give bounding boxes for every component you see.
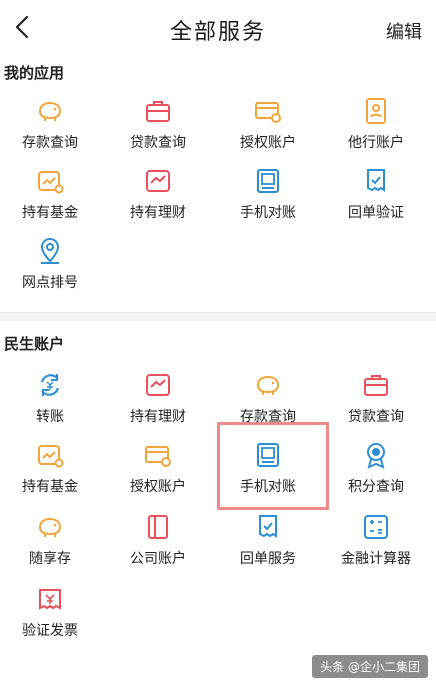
phone-reconcile-icon <box>257 169 279 193</box>
service-tile[interactable]: 授权账户 <box>218 96 318 152</box>
service-tile[interactable]: 手机对账 <box>218 166 318 222</box>
service-tile-label: 持有理财 <box>130 409 186 425</box>
service-tile-label: 转账 <box>36 409 64 425</box>
service-tile[interactable]: 手机对账 <box>218 440 318 496</box>
invoice-verify-icon <box>39 589 61 610</box>
service-tile[interactable]: 存款查询 <box>0 96 100 152</box>
phone-reconcile-icon <box>257 443 279 467</box>
page-title: 全部服务 <box>169 20 266 45</box>
briefcase-icon <box>364 375 388 396</box>
service-tile-label: 持有基金 <box>22 205 78 221</box>
watermark: 头条 @企小二集团 <box>312 655 428 678</box>
service-tile[interactable]: 转账 <box>0 370 100 426</box>
service-tile[interactable]: 持有基金 <box>0 440 100 496</box>
transfer-icon <box>40 374 60 396</box>
header: 全部服务 编辑 <box>0 0 436 56</box>
service-tile[interactable]: 存款查询 <box>218 370 318 426</box>
id-card-icon <box>366 98 386 124</box>
service-tile[interactable]: 金融计算器 <box>326 512 426 568</box>
service-tile-label: 回单服务 <box>240 551 296 567</box>
receipt-verify-icon <box>367 169 385 192</box>
card-icon <box>255 102 281 123</box>
service-tile[interactable]: 公司账户 <box>108 512 208 568</box>
service-tile-label: 存款查询 <box>240 409 296 425</box>
fund-icon <box>38 171 64 194</box>
piggy-bank-icon <box>38 517 62 537</box>
company-book-icon <box>148 515 168 539</box>
piggy-bank-icon <box>256 375 280 395</box>
service-tile-label: 网点排号 <box>22 275 78 291</box>
service-tile-label: 存款查询 <box>22 135 78 151</box>
service-tile-label: 随享存 <box>29 551 71 567</box>
service-tile-label: 手机对账 <box>240 479 296 495</box>
service-tile[interactable]: 持有基金 <box>0 166 100 222</box>
card-icon <box>145 446 171 467</box>
service-tile[interactable]: 授权账户 <box>108 440 208 496</box>
service-tile[interactable]: 随享存 <box>0 512 100 568</box>
service-tile-label: 回单验证 <box>348 205 404 221</box>
piggy-bank-icon <box>38 101 62 121</box>
service-tile[interactable]: 贷款查询 <box>326 370 426 426</box>
service-tile[interactable]: 积分查询 <box>326 440 426 496</box>
receipt-verify-icon <box>259 515 277 538</box>
service-tile-label: 持有理财 <box>130 205 186 221</box>
section-title-my-apps: 我的应用 <box>4 64 65 82</box>
briefcase-icon <box>146 101 170 122</box>
service-tile-label: 积分查询 <box>348 479 404 495</box>
service-tile-label: 授权账户 <box>130 479 186 495</box>
service-tile[interactable]: 验证发票 <box>0 584 100 640</box>
service-tile-label: 金融计算器 <box>341 551 411 567</box>
calculator-icon <box>364 515 388 539</box>
fund-icon <box>38 445 64 468</box>
edit-button[interactable]: 编辑 <box>386 18 422 44</box>
service-tile-label: 贷款查询 <box>130 135 186 151</box>
service-tile-label: 持有基金 <box>22 479 78 495</box>
service-tile[interactable]: 持有理财 <box>108 370 208 426</box>
finance-icon <box>146 170 170 192</box>
service-tile[interactable]: 回单验证 <box>326 166 426 222</box>
service-tile-label: 验证发票 <box>22 623 78 639</box>
section-divider <box>0 312 436 321</box>
service-tile[interactable]: 网点排号 <box>0 236 100 292</box>
finance-icon <box>146 374 170 396</box>
service-tile-label: 手机对账 <box>240 205 296 221</box>
service-tile[interactable]: 持有理财 <box>108 166 208 222</box>
section-title-minsheng-accounts: 民生账户 <box>4 335 65 353</box>
badge-icon <box>367 443 385 469</box>
service-tile[interactable]: 他行账户 <box>326 96 426 152</box>
service-tile-label: 授权账户 <box>240 135 296 151</box>
location-pin-icon <box>40 237 60 264</box>
service-tile[interactable]: 贷款查询 <box>108 96 208 152</box>
service-tile-label: 他行账户 <box>348 135 404 151</box>
service-tile[interactable]: 回单服务 <box>218 512 318 568</box>
service-tile-label: 公司账户 <box>130 551 186 567</box>
service-tile-label: 贷款查询 <box>348 409 404 425</box>
